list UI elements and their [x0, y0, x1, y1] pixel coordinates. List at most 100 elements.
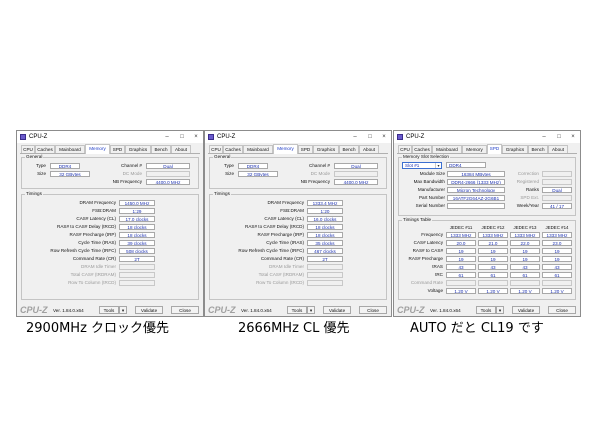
timings-group-label: Timings [25, 191, 43, 197]
max-bandwidth-label: Max Bandwidth [413, 179, 445, 184]
tools-dropdown-arrow-icon[interactable]: ▾ [496, 306, 504, 314]
tab-about[interactable]: About [548, 145, 568, 153]
dram-frequency-label: DRAM Frequency [267, 200, 304, 205]
row-label: Frequency [421, 232, 443, 237]
tools-dropdown-arrow-icon[interactable]: ▾ [119, 306, 127, 314]
tab-memory[interactable]: Memory [273, 144, 298, 154]
cas-latency-label: CAS# Latency (CL) [76, 216, 116, 221]
table-cell: 20.0 [446, 240, 476, 246]
trp-value: 18 clocks [307, 232, 343, 238]
size-label: Size [225, 171, 234, 176]
tab-spd[interactable]: SPD [110, 145, 125, 153]
tab-cpu[interactable]: CPU [398, 145, 412, 153]
tras-label: Cycle Time (tRAS) [266, 240, 304, 245]
validate-button[interactable]: Validate [323, 306, 351, 314]
table-cell: 19 [542, 256, 572, 262]
window-title: CPU-Z [29, 134, 48, 140]
tab-memory[interactable]: Memory [85, 144, 110, 154]
tab-about[interactable]: About [359, 145, 379, 153]
maximize-button[interactable]: □ [176, 131, 188, 143]
row-label: CAS# Latency [413, 240, 443, 245]
tab-mainboard[interactable]: Mainboard [432, 145, 462, 153]
general-group-label: General [25, 154, 44, 160]
slot-select[interactable]: Slot #1 ▾ [402, 162, 442, 169]
total-cas-value [307, 272, 343, 278]
title-bar: CPU-Z – □ × [17, 131, 203, 143]
cas-latency-value: 17.0 clocks [119, 216, 155, 222]
title-bar: CPU-Z – □ × [394, 131, 580, 143]
validate-button[interactable]: Validate [135, 306, 163, 314]
timings-table-group: Timings Table JEDEC #11 JEDEC #12 JEDEC … [398, 217, 576, 300]
general-group-label: General [213, 154, 232, 160]
total-cas-value [119, 272, 155, 278]
tab-caches[interactable]: Caches [412, 145, 432, 153]
trcd-label: RAS# to CAS# Delay (tRCD) [57, 224, 116, 229]
cpuz-window-2: CPU-Z – □ × CPU Caches Mainboard Memory … [204, 130, 392, 317]
table-cell: 22.0 [510, 240, 540, 246]
dc-mode-value [334, 171, 378, 177]
command-rate-value: 2T [307, 256, 343, 262]
close-window-button[interactable]: × [190, 131, 202, 143]
tab-spd[interactable]: SPD [487, 144, 502, 154]
registered-label: Registered [516, 179, 539, 184]
type-value: DDR4 [238, 163, 268, 169]
tab-spd[interactable]: SPD [298, 145, 313, 153]
maximize-button[interactable]: □ [364, 131, 376, 143]
caption-right: AUTO だと CL19 です [410, 321, 544, 336]
minimize-button[interactable]: – [538, 131, 550, 143]
general-group: General Type DDR4 Size 32 GBytes Channel… [209, 154, 387, 189]
dram-frequency-label: DRAM Frequency [79, 200, 116, 205]
tab-graphics[interactable]: Graphics [125, 145, 151, 153]
close-button[interactable]: Close [359, 306, 387, 314]
minimize-button[interactable]: – [349, 131, 361, 143]
tab-cpu[interactable]: CPU [21, 145, 35, 153]
close-window-button[interactable]: × [567, 131, 579, 143]
dram-frequency-value: 1450.0 MHz [119, 200, 155, 206]
tab-graphics[interactable]: Graphics [502, 145, 528, 153]
close-button[interactable]: Close [171, 306, 199, 314]
table-cell: 61 [542, 272, 572, 278]
table-cell: 1.20 V [446, 288, 476, 294]
maximize-button[interactable]: □ [553, 131, 565, 143]
table-cell [542, 280, 572, 286]
tab-mainboard[interactable]: Mainboard [55, 145, 85, 153]
tools-button[interactable]: Tools [287, 306, 307, 314]
trcd-value: 18 clocks [307, 224, 343, 230]
tab-bench[interactable]: Bench [339, 145, 359, 153]
validate-button[interactable]: Validate [512, 306, 540, 314]
slot-select-value: Slot #1 [405, 163, 420, 168]
version-label: Ver. 1.84.0.x64 [430, 308, 461, 313]
slot-selection-label: Memory Slot Selection [402, 154, 450, 160]
type-label: Type [36, 163, 46, 168]
tools-dropdown-arrow-icon[interactable]: ▾ [307, 306, 315, 314]
size-label: Size [37, 171, 46, 176]
title-bar: CPU-Z – □ × [205, 131, 391, 143]
table-cell: 1333 MHz [478, 232, 508, 238]
window-title: CPU-Z [217, 134, 236, 140]
channel-label: Channel # [121, 163, 142, 168]
tab-graphics[interactable]: Graphics [313, 145, 339, 153]
close-button[interactable]: Close [548, 306, 576, 314]
minimize-button[interactable]: – [161, 131, 173, 143]
command-rate-label: Command Rate (CR) [260, 256, 304, 261]
caption-left: 2900MHz クロック優先 [26, 321, 170, 336]
tab-cpu[interactable]: CPU [209, 145, 223, 153]
nb-frequency-label: NB Frequency [112, 179, 142, 184]
tab-about[interactable]: About [171, 145, 191, 153]
tab-memory[interactable]: Memory [462, 145, 487, 153]
table-cell: 43 [542, 264, 572, 270]
bottom-bar: CPU-Z Ver. 1.84.0.x64 Tools ▾ Validate C… [205, 304, 391, 316]
table-cell: 1333 MHz [510, 232, 540, 238]
tab-mainboard[interactable]: Mainboard [243, 145, 273, 153]
row-to-column-value [307, 280, 343, 286]
tools-button[interactable]: Tools [476, 306, 496, 314]
serial-number-value [447, 203, 505, 209]
close-window-button[interactable]: × [378, 131, 390, 143]
tab-bench[interactable]: Bench [151, 145, 171, 153]
tools-button[interactable]: Tools [99, 306, 119, 314]
tab-caches[interactable]: Caches [35, 145, 55, 153]
tab-caches[interactable]: Caches [223, 145, 243, 153]
tab-bench[interactable]: Bench [528, 145, 548, 153]
timings-group-label: Timings [213, 191, 231, 197]
channel-label: Channel # [309, 163, 330, 168]
